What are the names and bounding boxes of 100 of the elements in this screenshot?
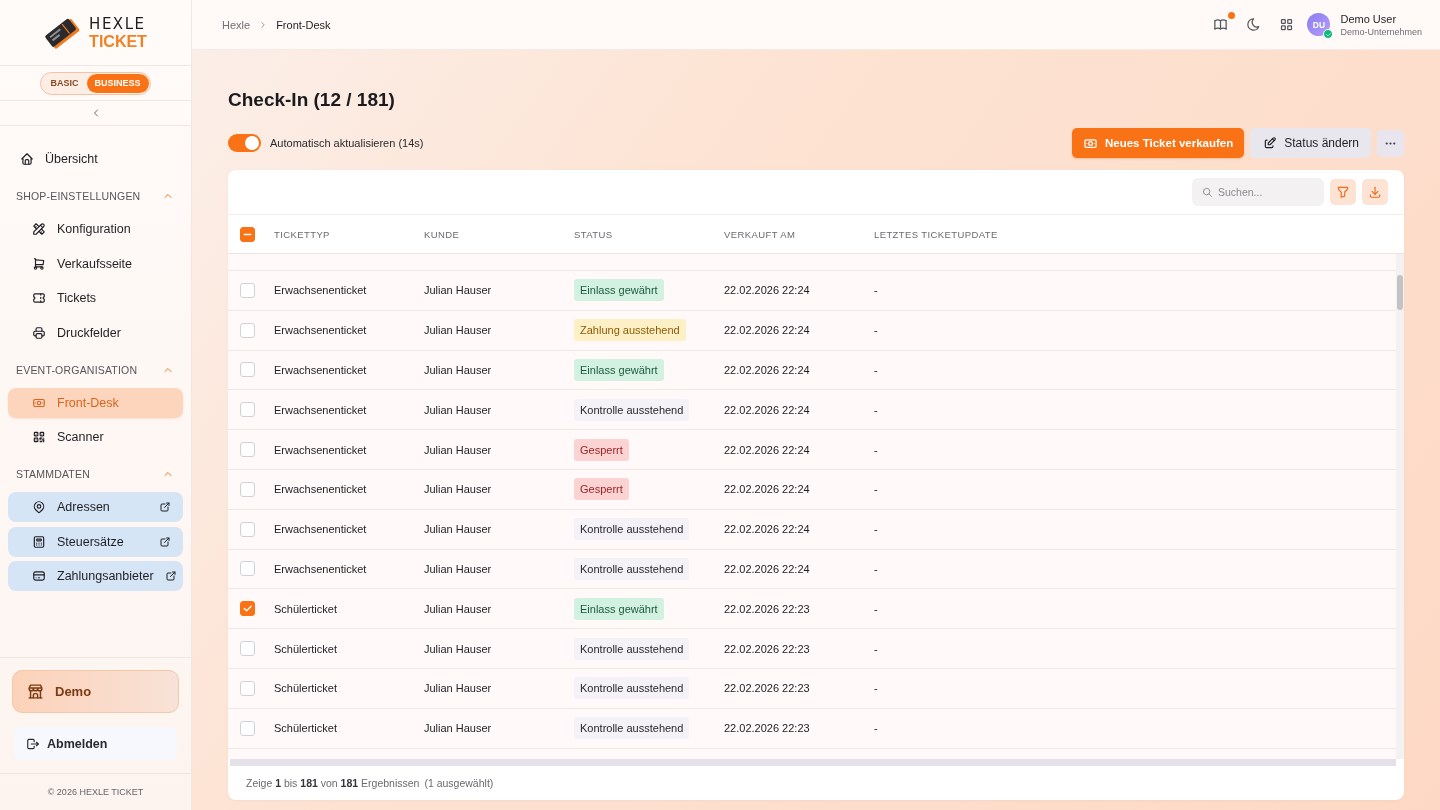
row-checkbox[interactable]	[240, 322, 255, 338]
vertical-scrollbar[interactable]	[1396, 254, 1404, 759]
table-cell: -	[874, 642, 878, 655]
table-cell: 22.02.2026 22:23	[724, 722, 810, 735]
status-tag: Zahlung ausstehend	[574, 319, 686, 342]
row-checkbox[interactable]	[240, 402, 255, 418]
table-cell: Julian Hauser	[424, 443, 492, 456]
row-checkbox[interactable]	[240, 641, 255, 657]
logout-button[interactable]: Abmelden	[14, 727, 177, 760]
edit-icon	[1263, 136, 1278, 150]
search-icon	[1202, 187, 1213, 198]
column-header[interactable]: VERKAUFT AM	[724, 228, 796, 240]
table-cell: Julian Hauser	[424, 483, 492, 496]
table-cell: Julian Hauser	[424, 682, 492, 695]
filter-button[interactable]	[1330, 179, 1356, 205]
status-tag: Gesperrt	[574, 438, 629, 461]
download-icon	[1368, 185, 1382, 199]
column-header[interactable]: TICKETTYP	[274, 228, 330, 240]
page-title: Check-In (12 / 181)	[228, 88, 396, 112]
nav-item[interactable]: Konfiguration	[8, 214, 183, 244]
copyright-text: © 2026 HEXLE TICKET	[47, 787, 144, 797]
nav-item[interactable]: Adressen	[8, 492, 183, 522]
table-cell: 22.02.2026 22:24	[724, 443, 810, 456]
table-cell: Erwachsenenticket	[274, 443, 367, 456]
breadcrumb-link[interactable]: Front-Desk	[276, 18, 331, 31]
row-checkbox[interactable]	[240, 601, 255, 617]
horizontal-scrollbar[interactable]	[230, 759, 1396, 766]
table-cell: 22.02.2026 22:23	[724, 602, 810, 615]
book-icon[interactable]	[1213, 17, 1229, 32]
nav-item[interactable]: Scanner	[8, 422, 183, 452]
status-tag: Kontrolle ausstehend	[574, 717, 690, 740]
table-cell: Erwachsenenticket	[274, 403, 367, 416]
select-all-checkbox[interactable]	[240, 226, 255, 242]
table-cell: Schülerticket	[274, 722, 337, 735]
nav-item[interactable]: Druckfelder	[8, 317, 183, 348]
status-tag: Kontrolle ausstehend	[574, 398, 690, 421]
user-name: Demo User	[1340, 12, 1398, 25]
external-link-icon	[159, 501, 171, 513]
download-button[interactable]	[1362, 179, 1388, 205]
table-cell: -	[874, 324, 878, 337]
table-cell: -	[874, 682, 878, 695]
table-cell: Erwachsenenticket	[274, 284, 367, 297]
table-cell: -	[874, 523, 878, 536]
row-checkbox[interactable]	[240, 481, 255, 497]
table-cell: Julian Hauser	[424, 562, 492, 575]
table-cell: -	[874, 722, 878, 735]
row-checkbox[interactable]	[240, 282, 255, 298]
table-cell: Julian Hauser	[424, 284, 492, 297]
filter-icon	[1336, 185, 1350, 199]
change-status-button[interactable]: Status ändern	[1250, 128, 1371, 158]
moon-icon[interactable]	[1246, 17, 1262, 32]
nav-item[interactable]: Zahlungsanbieter	[8, 561, 183, 591]
row-checkbox[interactable]	[240, 362, 255, 378]
row-checkbox[interactable]	[240, 521, 255, 537]
map-pin-icon	[32, 500, 46, 514]
row-checkbox[interactable]	[240, 561, 255, 577]
more-button[interactable]	[1377, 129, 1404, 157]
column-header[interactable]: KUNDE	[424, 228, 460, 240]
column-header[interactable]: STATUS	[574, 228, 613, 240]
table-cell: Julian Hauser	[424, 642, 492, 655]
table-cell: Erwachsenenticket	[274, 364, 367, 376]
table-cell: Julian Hauser	[424, 403, 492, 416]
toggle-switch[interactable]	[228, 134, 261, 152]
section-title: SHOP-EINSTELLUNGEN	[16, 190, 141, 202]
nav-item[interactable]: Übersicht	[8, 144, 183, 174]
table-cell: Julian Hauser	[424, 364, 492, 376]
ticket-icon	[32, 291, 46, 305]
table-cell: 22.02.2026 22:24	[724, 364, 810, 376]
logo-subtitle: TICKET	[89, 32, 147, 50]
plan-option[interactable]: BASIC	[42, 73, 87, 93]
status-tag: Einlass gewährt	[574, 279, 664, 302]
table-cell: 22.02.2026 22:24	[724, 562, 810, 575]
row-checkbox[interactable]	[240, 680, 255, 696]
table-cell: 22.02.2026 22:24	[724, 324, 810, 337]
table-cell: Erwachsenenticket	[274, 523, 367, 536]
table-cell: -	[874, 562, 878, 575]
credit-card-icon	[32, 569, 46, 583]
grid-icon[interactable]	[1279, 17, 1295, 32]
status-tag: Einlass gewährt	[574, 359, 664, 381]
table-cell: -	[874, 602, 878, 615]
home-icon	[20, 152, 34, 166]
column-header[interactable]: LETZTES TICKETUPDATE	[874, 228, 998, 240]
store-button[interactable]: Demo	[12, 670, 179, 713]
breadcrumb-link[interactable]: Hexle	[222, 18, 251, 31]
store-icon	[27, 683, 44, 700]
nav-item[interactable]: Tickets	[8, 283, 183, 313]
table-cell: Julian Hauser	[424, 324, 492, 337]
row-checkbox[interactable]	[240, 442, 255, 458]
row-checkbox[interactable]	[240, 720, 255, 736]
table-cell: -	[874, 483, 878, 496]
cart-icon	[32, 256, 46, 271]
table-cell: 22.02.2026 22:24	[724, 403, 810, 416]
search-field[interactable]: Suchen...	[1192, 178, 1324, 206]
status-tag: Einlass gewährt	[574, 597, 664, 620]
selection-count: (1 ausgewählt)	[424, 777, 494, 789]
nav-item[interactable]: Steuersätze	[8, 526, 183, 557]
logout-icon	[26, 736, 40, 751]
status-tag: Kontrolle ausstehend	[574, 637, 690, 660]
table-cell: Julian Hauser	[424, 722, 492, 735]
nav-item[interactable]: Verkaufsseite	[8, 248, 183, 279]
